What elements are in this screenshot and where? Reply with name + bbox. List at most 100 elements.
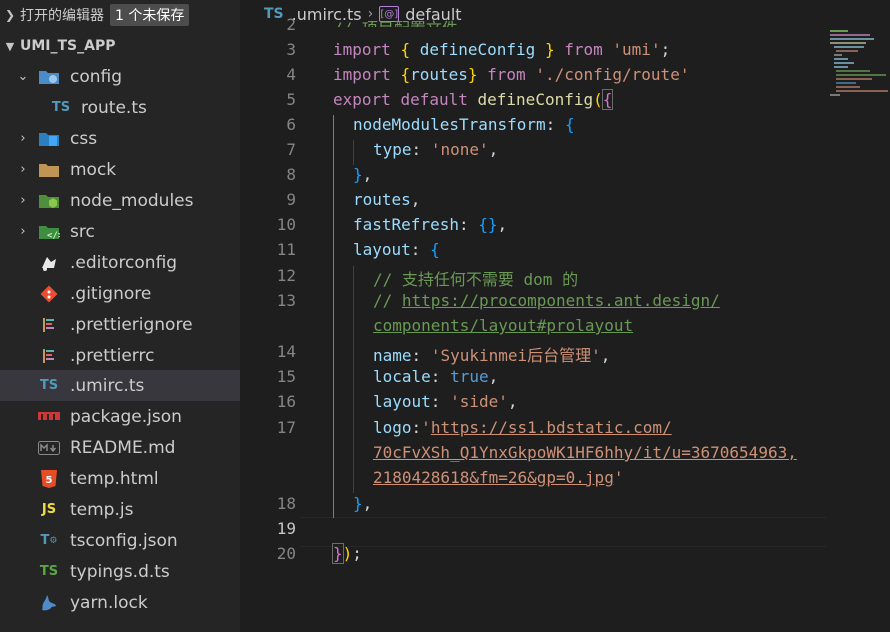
- tree-item-readme[interactable]: README.md: [0, 432, 240, 463]
- string-link[interactable]: https://ss1.bdstatic.com/: [431, 418, 672, 437]
- current-line-highlight: [300, 517, 826, 547]
- tree-item-label: node_modules: [70, 190, 194, 211]
- line-number: 3: [286, 40, 296, 59]
- chevron-down-icon[interactable]: ▼: [0, 40, 20, 53]
- string-link[interactable]: 70cFvXSh_Q1YnxGkpoWK1HF6hhy/it/u=3670654…: [373, 443, 797, 462]
- code-line: layout: {: [353, 240, 440, 259]
- tree-item-temp-html[interactable]: 5 temp.html: [0, 463, 240, 494]
- tree-item-prettierrc[interactable]: .prettierrc: [0, 340, 240, 371]
- line-number: 12: [276, 266, 296, 285]
- chevron-right-icon[interactable]: ›: [16, 224, 30, 239]
- comment-link[interactable]: https://procomponents.ant.design/: [402, 291, 720, 310]
- tree-item-label: README.md: [70, 437, 176, 458]
- svg-text:</>: </>: [47, 231, 60, 241]
- code-line: layout: 'side',: [373, 392, 518, 411]
- html-icon: 5: [38, 469, 60, 489]
- code-line: nodeModulesTransform: {: [353, 115, 575, 134]
- prettier-icon: [38, 315, 60, 335]
- chevron-right-icon[interactable]: ›: [16, 131, 30, 146]
- code-line: // 项目配置文件: [333, 15, 458, 27]
- code-line: type: 'none',: [373, 140, 499, 159]
- code-line: routes,: [353, 190, 421, 209]
- tree-item-label: .umirc.ts: [70, 375, 145, 396]
- tree-item-label: config: [70, 66, 123, 87]
- code-line: import { defineConfig } from 'umi';: [333, 40, 671, 59]
- svg-text:5: 5: [46, 475, 53, 486]
- line-number: 5: [286, 90, 296, 109]
- yarn-icon: [38, 593, 60, 613]
- chevron-right-icon[interactable]: ❯: [0, 8, 20, 22]
- string-link[interactable]: 2180428618&fm=26&gp=0.jpg: [373, 468, 614, 487]
- tree-item-package-json[interactable]: package.json: [0, 401, 240, 432]
- line-number: 4: [286, 65, 296, 84]
- tree-item-typings[interactable]: TS typings.d.ts: [0, 556, 240, 587]
- markdown-icon: [38, 438, 60, 458]
- code-line: locale: true,: [373, 367, 499, 386]
- tree-item-src[interactable]: › </> src: [0, 216, 240, 247]
- css-folder-icon: [38, 129, 60, 149]
- code-line: fastRefresh: {},: [353, 215, 508, 234]
- line-number: 10: [276, 215, 296, 234]
- config-folder-icon: [38, 67, 60, 87]
- tree-item-editorconfig[interactable]: .editorconfig: [0, 247, 240, 278]
- open-editors-label: 打开的编辑器: [20, 8, 104, 24]
- tree-item-temp-js[interactable]: JS temp.js: [0, 494, 240, 525]
- code-editor[interactable]: TS .umirc.ts › [@] default 2 3 4 5 6 7 8…: [240, 0, 890, 632]
- tree-item-label: src: [70, 221, 95, 242]
- npm-icon: [38, 407, 60, 427]
- ts-file-icon: TS: [39, 564, 59, 579]
- line-number: 9: [286, 190, 296, 209]
- line-number: 7: [286, 140, 296, 159]
- tree-item-mock[interactable]: › mock: [0, 154, 240, 185]
- explorer-sidebar: ❯ 打开的编辑器 1 个未保存 ▼ UMI_TS_APP ⌄ config TS…: [0, 0, 240, 632]
- line-number: 17: [276, 418, 296, 437]
- tree-item-gitignore[interactable]: .gitignore: [0, 278, 240, 309]
- ts-file-icon: TS: [39, 378, 59, 393]
- line-number: 8: [286, 165, 296, 184]
- tree-item-label: package.json: [70, 406, 182, 427]
- tree-item-label: .editorconfig: [70, 252, 178, 273]
- tree-item-label: .prettierignore: [70, 314, 193, 335]
- tree-item-prettierignore[interactable]: .prettierignore: [0, 309, 240, 340]
- code-line: },: [353, 165, 373, 184]
- tsconfig-icon: T ⚙: [38, 531, 60, 551]
- unsaved-badge: 1 个未保存: [110, 4, 190, 26]
- code-line-wrap: components/layout#prolayout: [373, 316, 633, 335]
- tree-item-umirc-ts[interactable]: TS .umirc.ts: [0, 370, 240, 401]
- line-number: 14: [276, 342, 296, 361]
- code-line: });: [332, 543, 362, 564]
- tree-item-yarn-lock[interactable]: yarn.lock: [0, 587, 240, 618]
- chevron-down-icon[interactable]: ⌄: [16, 69, 30, 84]
- chevron-right-icon[interactable]: ›: [16, 162, 30, 177]
- indent-guide-active: [333, 115, 334, 518]
- src-folder-icon: </>: [38, 222, 60, 242]
- tree-item-node-modules[interactable]: › node_modules: [0, 185, 240, 216]
- indent-guide: [353, 266, 354, 493]
- git-icon: [38, 284, 60, 304]
- line-number: 6: [286, 115, 296, 134]
- tree-item-route-ts[interactable]: TS route.ts: [0, 92, 240, 123]
- code-line: },: [353, 494, 373, 513]
- tree-item-tsconfig[interactable]: T ⚙ tsconfig.json: [0, 525, 240, 556]
- editorconfig-icon: [38, 253, 60, 273]
- comment-link[interactable]: components/layout#prolayout: [373, 316, 633, 335]
- line-number: 16: [276, 392, 296, 411]
- minimap[interactable]: [828, 28, 890, 98]
- chevron-right-icon[interactable]: ›: [16, 193, 30, 208]
- line-number: 15: [276, 367, 296, 386]
- line-number-active: 19: [276, 519, 296, 538]
- gear-icon: ⚙: [49, 535, 58, 546]
- tree-item-config[interactable]: ⌄ config: [0, 61, 240, 92]
- tree-item-label: css: [70, 128, 98, 149]
- prettier-icon: [38, 346, 60, 366]
- code-line: // https://procomponents.ant.design/: [373, 291, 720, 310]
- code-line: name: 'Syukinmei后台管理',: [373, 346, 611, 365]
- tree-item-css[interactable]: › css: [0, 123, 240, 154]
- line-number: 2: [286, 15, 296, 34]
- comment: // 项目配置文件: [333, 19, 458, 27]
- project-header[interactable]: ▼ UMI_TS_APP: [0, 31, 240, 61]
- open-editors-header[interactable]: ❯ 打开的编辑器 1 个未保存: [0, 0, 240, 30]
- tree-item-label: tsconfig.json: [70, 530, 178, 551]
- tree-item-label: typings.d.ts: [70, 561, 170, 582]
- ts-file-icon: TS: [51, 100, 71, 115]
